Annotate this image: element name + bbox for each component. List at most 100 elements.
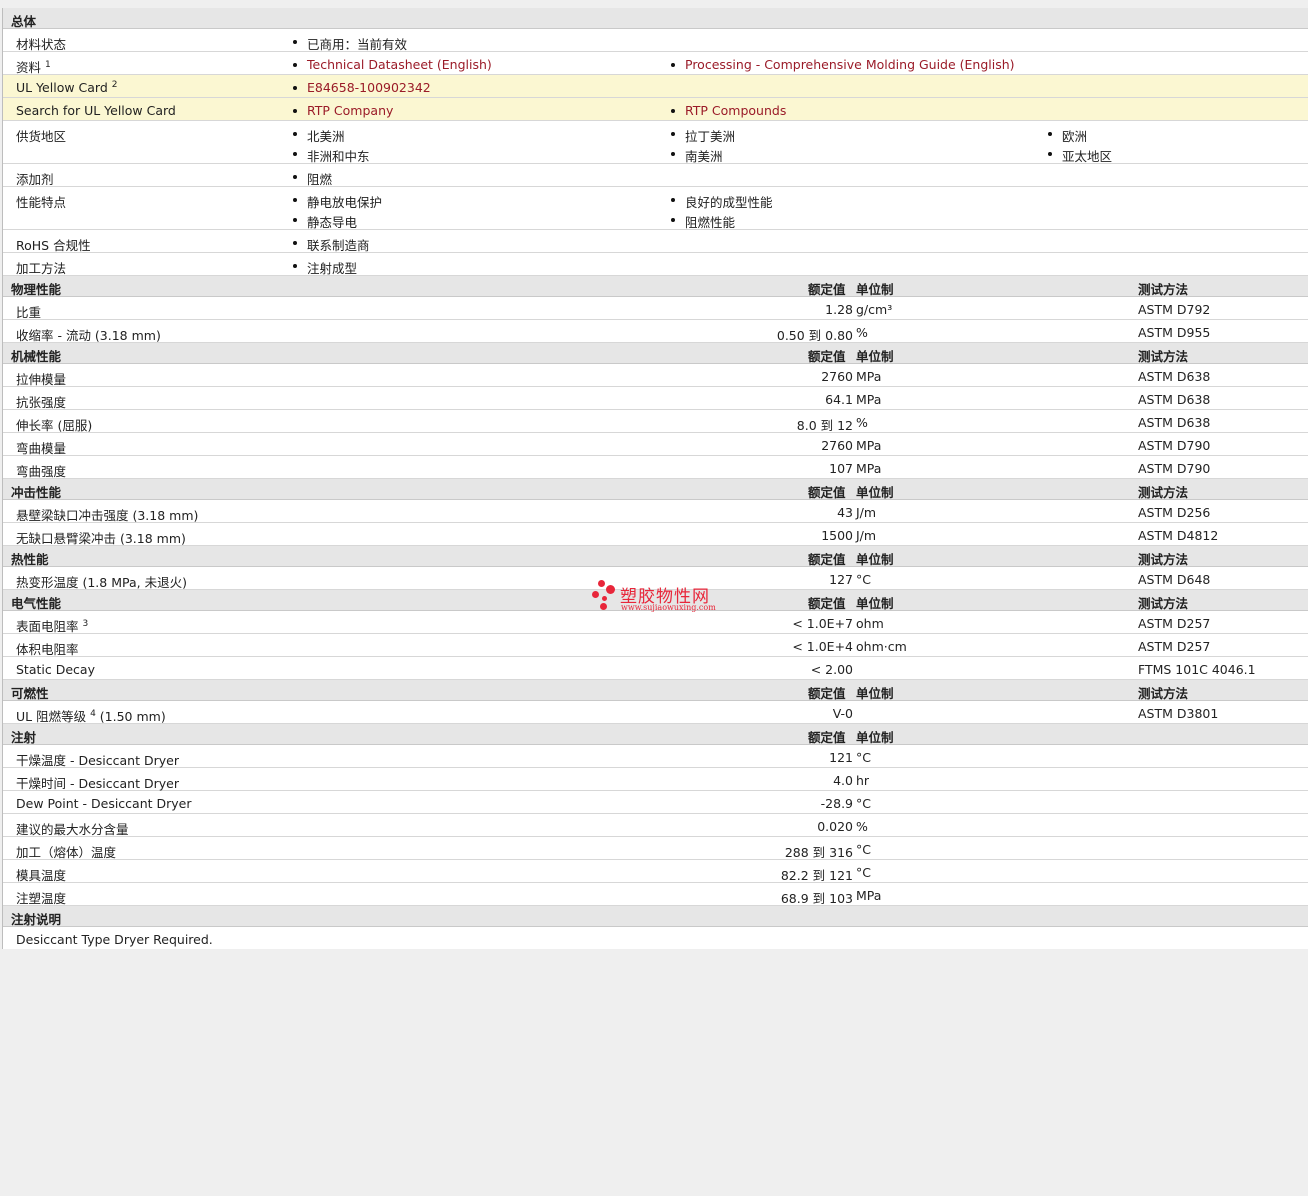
section-header-flammability: 可燃性 额定值 单位制 测试方法 [3,680,1308,701]
row-unit: °C [856,750,871,765]
table-row: 收缩率 - 流动 (3.18 mm) 0.50 到 0.80 % ASTM D9… [3,320,1308,343]
col-header-unit: 单位制 [856,552,894,567]
table-row: 伸长率 (屈服) 8.0 到 12 % ASTM D638 [3,410,1308,433]
table-row: 弯曲强度 107 MPa ASTM D790 [3,456,1308,479]
row-label: 比重 [16,305,42,320]
col-header-unit: 单位制 [856,596,894,611]
row-label: Static Decay [16,662,95,677]
row-method: ASTM D256 [1138,505,1211,520]
section-header-injection: 注射 额定值 单位制 [3,724,1308,745]
bullet-icon [293,132,297,136]
col-header-value: 额定值 [808,349,846,364]
section-title: 电气性能 [11,596,62,611]
table-row: 注塑温度 68.9 到 103 MPa [3,883,1308,906]
row-value: 68.9 到 103 [780,891,853,906]
feature-item: 良好的成型性能 [685,195,773,210]
row-value: < 2.00 [810,662,853,677]
row-label: 干燥温度 - Desiccant Dryer [16,753,179,768]
notes-row: Desiccant Type Dryer Required. [3,927,1308,949]
row-method: ASTM D638 [1138,392,1211,407]
col-header-method: 测试方法 [1138,686,1189,701]
row-value: 82.2 到 121 [780,868,853,883]
row-value: 288 到 316 [784,845,853,860]
bullet-icon [293,198,297,202]
bullet-icon [671,63,675,67]
bullet-icon [293,175,297,179]
table-row: 加工（熔体）温度 288 到 316 °C [3,837,1308,860]
bullet-icon [293,241,297,245]
row-value: 0.020 [817,819,853,834]
table-row: 表面电阻率 3 < 1.0E+7 ohm ASTM D257 [3,611,1308,634]
row-label: 建议的最大水分含量 [16,822,129,837]
bullet-icon [671,109,675,113]
row-unit: % [856,415,868,430]
section-title: 可燃性 [11,686,49,701]
row-value: 107 [829,461,853,476]
row-value: 1.28 [825,302,853,317]
rtp-compounds-link[interactable]: RTP Compounds [685,103,786,118]
table-row: 干燥温度 - Desiccant Dryer 121 °C [3,745,1308,768]
bullet-icon [671,198,675,202]
row-method: ASTM D648 [1138,572,1211,587]
row-ul-search: Search for UL Yellow Card RTP Company RT… [3,98,1308,121]
row-method: ASTM D4812 [1138,528,1219,543]
region-item: 北美洲 [307,129,345,144]
row-unit: °C [856,796,871,811]
row-label: UL Yellow Card [16,80,108,95]
row-label-suffix: (1.50 mm) [99,709,166,724]
bullet-icon [293,109,297,113]
ul-card-link[interactable]: E84658-100902342 [307,80,431,95]
col-header-unit: 单位制 [856,485,894,500]
row-value: 0.50 到 0.80 [776,328,853,343]
table-row: 悬壁梁缺口冲击强度 (3.18 mm) 43 J/m ASTM D256 [3,500,1308,523]
row-unit: MPa [856,461,882,476]
section-header-physical: 物理性能 额定值 单位制 测试方法 [3,276,1308,297]
bullet-icon [293,63,297,67]
row-label: 供货地区 [16,129,67,144]
col-header-unit: 单位制 [856,686,894,701]
row-method: ASTM D257 [1138,616,1211,631]
row-additives: 添加剂 阻燃 [3,164,1308,187]
section-header-impact: 冲击性能 额定值 单位制 测试方法 [3,479,1308,500]
row-method: FTMS 101C 4046.1 [1138,662,1256,677]
col-header-unit: 单位制 [856,349,894,364]
row-unit: % [856,325,868,340]
table-row: 干燥时间 - Desiccant Dryer 4.0 hr [3,768,1308,791]
bullet-icon [671,152,675,156]
section-title: 冲击性能 [11,485,62,500]
row-label: 无缺口悬臂梁冲击 (3.18 mm) [16,531,186,546]
section-title: 热性能 [11,552,49,567]
table-row: 模具温度 82.2 到 121 °C [3,860,1308,883]
row-label: 体积电阻率 [16,642,79,657]
row-label: 悬壁梁缺口冲击强度 (3.18 mm) [16,508,199,523]
col-header-unit: 单位制 [856,730,894,745]
row-processing-method: 加工方法 注射成型 [3,253,1308,276]
row-label: 弯曲强度 [16,464,67,479]
row-unit: °C [856,865,871,880]
row-unit: °C [856,842,871,857]
row-label: 拉伸模量 [16,372,67,387]
bullet-icon [293,218,297,222]
row-method: ASTM D790 [1138,461,1211,476]
section-title: 物理性能 [11,282,62,297]
feature-item: 静电放电保护 [307,195,383,210]
row-label: 表面电阻率 [16,619,79,634]
row-unit: MPa [856,392,882,407]
molding-guide-link[interactable]: Processing - Comprehensive Molding Guide… [685,57,1015,72]
table-row: UL 阻燃等级 4 (1.50 mm) V-0 ASTM D3801 [3,701,1308,724]
col-header-value: 额定值 [808,552,846,567]
section-title: 注射 [11,730,37,745]
row-method: ASTM D792 [1138,302,1211,317]
region-item: 欧洲 [1062,129,1088,144]
bullet-icon [293,86,297,90]
row-label: 加工方法 [16,261,67,276]
row-method: ASTM D790 [1138,438,1211,453]
row-label: 热变形温度 (1.8 MPa, 未退火) [16,575,187,590]
row-label: UL 阻燃等级 [16,709,87,724]
section-title: 总体 [11,14,37,29]
row-features: 性能特点 静电放电保护 良好的成型性能 静态导电 阻燃性能 [3,187,1308,230]
technical-datasheet-link[interactable]: Technical Datasheet (English) [307,57,492,72]
col-header-method: 测试方法 [1138,552,1189,567]
feature-item: 阻燃性能 [685,215,736,230]
rtp-company-link[interactable]: RTP Company [307,103,393,118]
